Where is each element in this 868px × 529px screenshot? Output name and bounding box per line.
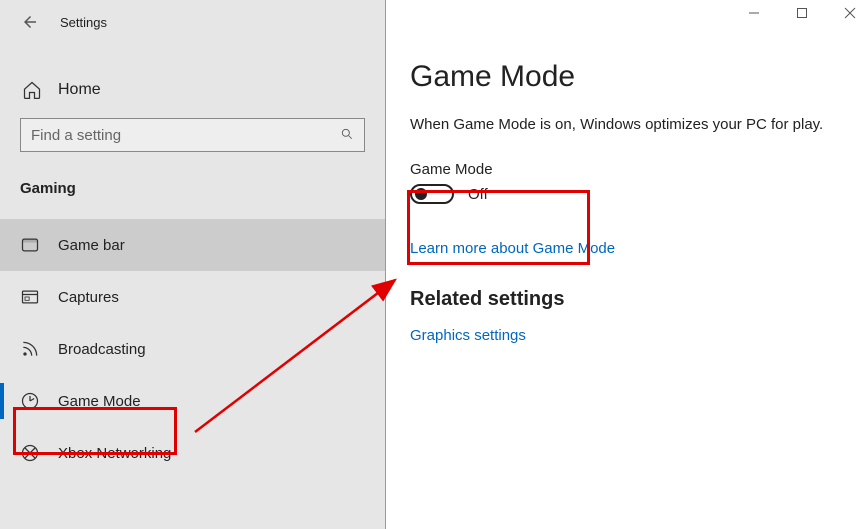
sidebar-item-label: Game Mode (58, 393, 141, 410)
nav-items: Game bar Captures Broadcasting Game Mode… (0, 219, 385, 479)
app-title: Settings (60, 15, 107, 30)
game-mode-toggle[interactable]: Off (410, 184, 844, 204)
close-icon (844, 7, 856, 19)
sidebar-item-gamemode[interactable]: Game Mode (0, 375, 385, 427)
captures-icon (20, 287, 40, 307)
close-button[interactable] (840, 6, 860, 22)
maximize-button[interactable] (792, 6, 812, 22)
maximize-icon (796, 7, 808, 19)
toggle-knob (415, 188, 427, 200)
toggle-label: Game Mode (410, 161, 844, 178)
toggle-block: Game Mode Off (410, 161, 844, 204)
sidebar-item-label: Broadcasting (58, 341, 146, 358)
sidebar-item-label: Xbox Networking (58, 445, 171, 462)
minimize-icon (748, 7, 760, 19)
xbox-icon (20, 443, 40, 463)
minimize-button[interactable] (744, 6, 764, 22)
window-controls (744, 6, 860, 22)
app-titlebar: Settings (0, 0, 385, 46)
home-icon (22, 80, 42, 100)
related-heading: Related settings (410, 288, 844, 311)
sidebar-item-label: Captures (58, 289, 119, 306)
learn-more-link[interactable]: Learn more about Game Mode (410, 240, 615, 257)
gamebar-icon (20, 235, 40, 255)
search-input[interactable] (31, 127, 340, 144)
search-box[interactable] (20, 118, 365, 152)
sidebar-item-label: Game bar (58, 237, 125, 254)
toggle-switch[interactable] (410, 184, 454, 204)
broadcasting-icon (20, 339, 40, 359)
gamemode-icon (20, 391, 40, 411)
sidebar-item-broadcasting[interactable]: Broadcasting (0, 323, 385, 375)
graphics-settings-link[interactable]: Graphics settings (410, 327, 526, 344)
sidebar: Settings Home Gaming Game bar Captures (0, 0, 386, 529)
page-title: Game Mode (410, 60, 844, 94)
page-description: When Game Mode is on, Windows optimizes … (410, 114, 830, 135)
search-icon (340, 127, 354, 144)
toggle-state: Off (468, 186, 488, 203)
section-heading: Gaming (0, 158, 385, 213)
sidebar-item-captures[interactable]: Captures (0, 271, 385, 323)
sidebar-item-xbox[interactable]: Xbox Networking (0, 427, 385, 479)
content-pane: Game Mode When Game Mode is on, Windows … (386, 0, 868, 529)
home-label: Home (58, 81, 101, 99)
search-wrap (0, 112, 385, 158)
sidebar-item-gamebar[interactable]: Game bar (0, 219, 385, 271)
arrow-left-icon (21, 13, 39, 31)
home-nav[interactable]: Home (0, 68, 385, 112)
back-button[interactable] (18, 10, 42, 34)
